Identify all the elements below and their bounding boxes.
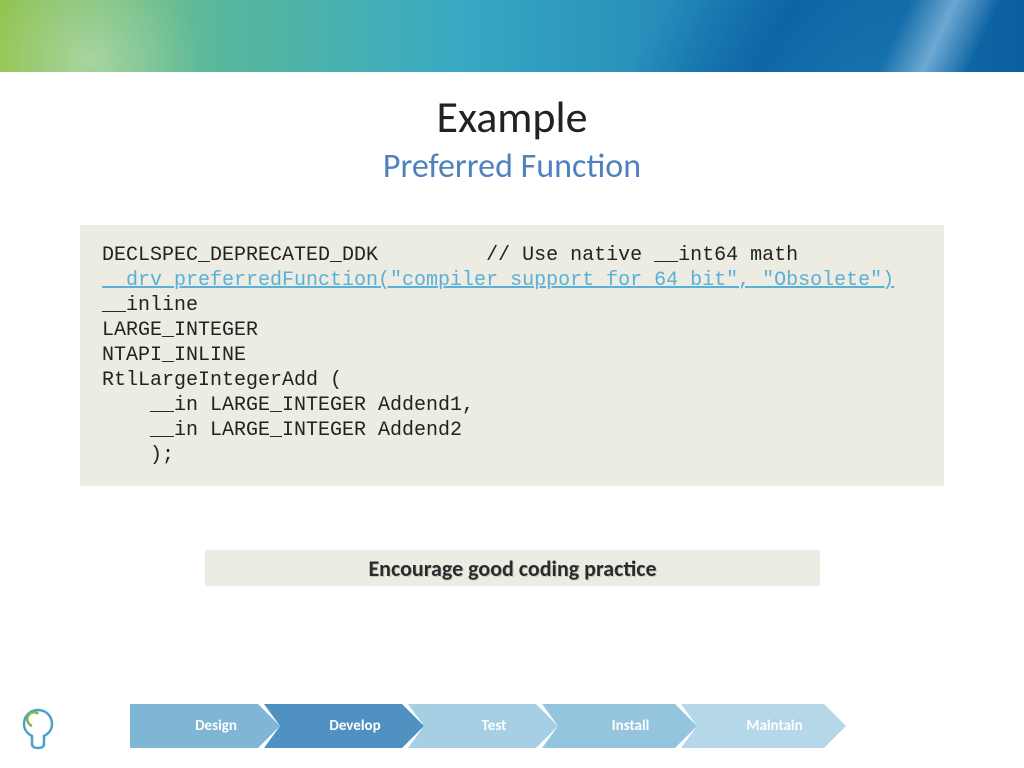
- code-line: NTAPI_INLINE: [102, 344, 246, 367]
- decorative-banner: [0, 0, 1024, 72]
- process-step-design: Design: [130, 704, 280, 748]
- code-line: LARGE_INTEGER: [102, 319, 258, 342]
- process-step-develop: Develop: [264, 704, 424, 748]
- slide-footer: Design Develop Test Install Maintain: [0, 694, 1024, 754]
- code-line: __in LARGE_INTEGER Addend2: [102, 419, 462, 442]
- slide-subtitle: Preferred Function: [0, 146, 1024, 187]
- code-line: __inline: [102, 294, 198, 317]
- process-step-label: Develop: [329, 717, 380, 735]
- code-line-highlight: __drv_preferredFunction("compiler suppor…: [102, 269, 894, 292]
- process-step-test: Test: [408, 704, 558, 748]
- code-line: );: [102, 444, 174, 467]
- slide: Example Preferred Function DECLSPEC_DEPR…: [0, 0, 1024, 768]
- code-line: DECLSPEC_DEPRECATED_DDK // Use native __…: [102, 244, 798, 267]
- process-step-install: Install: [542, 704, 697, 748]
- process-step-label: Install: [612, 717, 650, 735]
- code-line: RtlLargeIntegerAdd (: [102, 369, 342, 392]
- tagline-box: Encourage good coding practice: [205, 550, 820, 586]
- code-block: DECLSPEC_DEPRECATED_DDK // Use native __…: [80, 225, 944, 486]
- process-arrows: Design Develop Test Install Maintain: [130, 704, 846, 748]
- tagline-text: Encourage good coding practice: [368, 555, 656, 582]
- code-line: __in LARGE_INTEGER Addend1,: [102, 394, 474, 417]
- process-step-label: Design: [195, 717, 237, 735]
- logo-icon: [18, 706, 58, 752]
- process-step-label: Maintain: [746, 717, 802, 735]
- process-step-label: Test: [482, 717, 507, 735]
- slide-title: Example: [0, 90, 1024, 144]
- process-step-maintain: Maintain: [681, 704, 846, 748]
